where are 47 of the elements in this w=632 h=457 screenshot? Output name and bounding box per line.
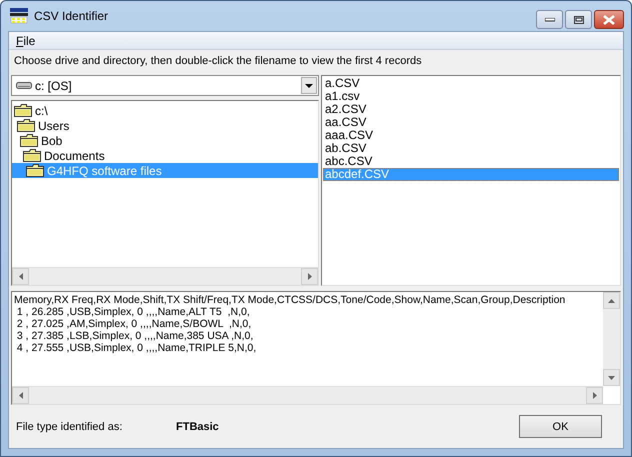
left-arrow-icon: [18, 392, 22, 399]
csv-filename-entry[interactable]: a1.csv: [323, 90, 619, 103]
window-title: CSV Identifier: [34, 9, 108, 23]
instruction-text: Choose drive and directory, then double-click the filename to view the first 4 records: [13, 54, 423, 69]
record-line: 1 , 26.285 ,USB,Simplex, 0 ,,,,Name,ALT T5 ,N,0,: [16, 306, 251, 318]
folder-icon: [23, 149, 41, 162]
horizontal-scrollbar[interactable]: [12, 267, 318, 285]
csv-filename-entry[interactable]: a2.CSV: [323, 103, 619, 116]
csv-filename-entry[interactable]: a.CSV: [323, 77, 619, 90]
vertical-scrollbar[interactable]: [603, 292, 620, 386]
record-line: 4 , 27.555 ,USB,Simplex, 0 ,,,,Name,TRIPLE 5,N,0,: [16, 342, 258, 354]
close-icon: [603, 14, 615, 24]
app-icon: [10, 8, 28, 24]
maximize-button[interactable]: [565, 10, 592, 29]
folder-item[interactable]: Documents: [12, 148, 318, 163]
maximize-icon: [574, 16, 584, 24]
ok-button[interactable]: OK: [519, 415, 602, 438]
down-arrow-icon: [608, 376, 615, 380]
horizontal-scrollbar[interactable]: [12, 386, 603, 404]
up-arrow-icon: [608, 298, 615, 302]
record-line: 3 , 27.385 ,LSB,Simplex, 0 ,,,,Name,385 USA ,N,0,: [16, 330, 254, 342]
close-button[interactable]: [594, 10, 624, 29]
minimize-icon: [544, 18, 554, 22]
csv-filename-entry[interactable]: aa.CSV: [323, 116, 619, 129]
caret-icon: [305, 84, 313, 88]
result-value: FTBasic: [176, 420, 219, 432]
folder-icon: [26, 164, 44, 177]
folder-icon: [14, 104, 32, 117]
record-line: 2 , 27.025 ,AM,Simplex, 0 ,,,,Name,S/BOWL ,N,0,: [16, 318, 252, 330]
menu-item[interactable]: File: [14, 34, 38, 48]
csv-filename-entry[interactable]: ab.CSV: [323, 142, 619, 155]
folder-item[interactable]: Users: [12, 118, 318, 133]
drive-icon: [16, 81, 32, 90]
drive-dropdown[interactable]: c: [OS]: [11, 75, 319, 96]
folder-icon: [17, 119, 35, 132]
dropdown-button[interactable]: [301, 77, 317, 94]
csv-filename-entry[interactable]: abc.CSV: [323, 155, 619, 168]
result-label: File type identified as:: [16, 420, 124, 432]
right-arrow-icon: [308, 273, 312, 280]
right-arrow-icon: [592, 392, 596, 399]
csv-filename-entry[interactable]: aaa.CSV: [323, 129, 619, 142]
record-line: Memory,RX Freq,RX Mode,Shift,TX Shift/Freq,TX Mode,CTCSS/DCS,Tone/Code,Show,Name,Scan,Group,Description: [14, 294, 566, 306]
left-arrow-icon: [18, 273, 22, 280]
folder-item[interactable]: c:\: [12, 103, 318, 118]
folder-item[interactable]: Bob: [12, 133, 318, 148]
minimize-button[interactable]: [536, 10, 563, 29]
folder-icon: [20, 134, 38, 147]
